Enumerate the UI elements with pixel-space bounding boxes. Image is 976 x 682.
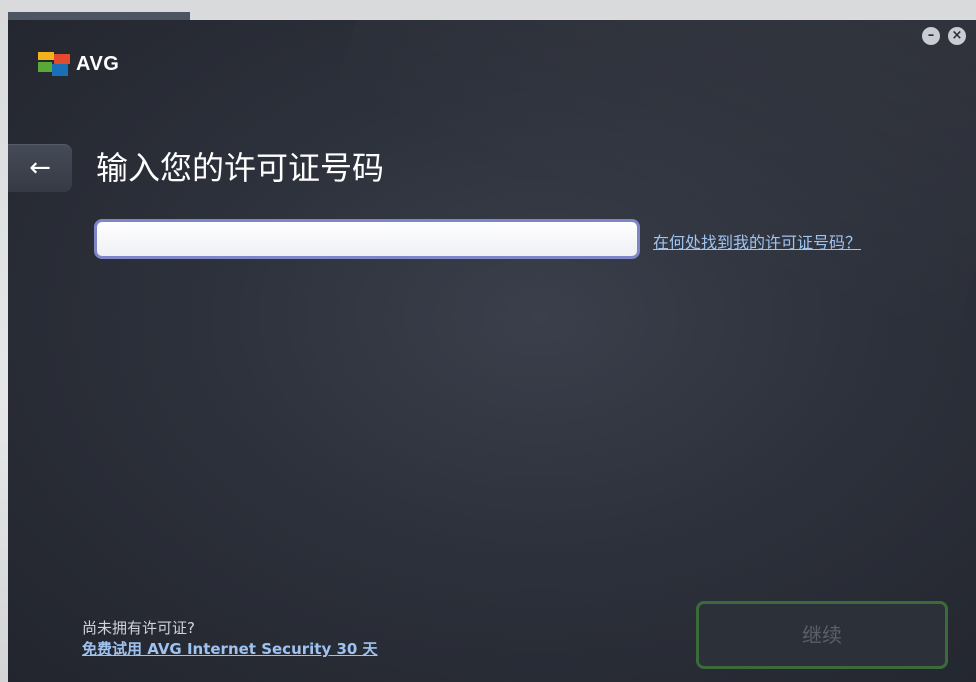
- avg-logo: AVG: [38, 50, 119, 78]
- close-button[interactable]: ×: [948, 27, 966, 45]
- no-license-text: 尚未拥有许可证?: [82, 619, 195, 637]
- minimize-icon: –: [927, 28, 935, 43]
- page-title: 输入您的许可证号码: [96, 149, 385, 187]
- back-button[interactable]: ←: [8, 144, 72, 192]
- free-trial-link[interactable]: 免费试用 AVG Internet Security 30 天: [82, 638, 378, 659]
- license-number-input[interactable]: [94, 219, 640, 259]
- arrow-left-icon: ←: [29, 153, 51, 183]
- avg-logo-text: AVG: [76, 52, 120, 75]
- window-top-strip: [8, 12, 190, 20]
- continue-button[interactable]: 继续: [696, 601, 948, 669]
- find-license-help-link[interactable]: 在何处找到我的许可证号码？: [653, 229, 861, 253]
- avg-logo-mark-icon: [38, 50, 72, 78]
- minimize-button[interactable]: –: [922, 27, 940, 45]
- close-icon: ×: [951, 28, 963, 43]
- avg-setup-window: AVG – × ← 输入您的许可证号码 在何处找到我的许可证号码？ 尚未拥有许可…: [8, 20, 976, 682]
